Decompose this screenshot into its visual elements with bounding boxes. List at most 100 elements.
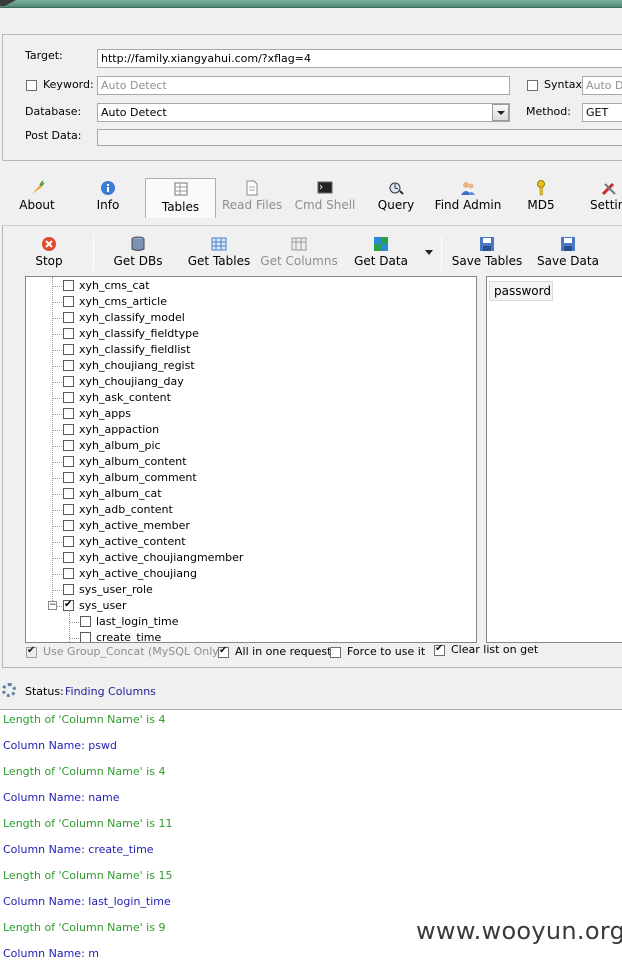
column-list[interactable]: password (486, 276, 622, 643)
table-name: xyh_cms_cat (79, 279, 150, 292)
stop-button[interactable]: Stop (30, 234, 68, 274)
get-columns-button[interactable]: Get Columns (260, 234, 338, 274)
chevron-down-icon[interactable] (425, 250, 433, 255)
table-checkbox[interactable] (63, 408, 74, 419)
tree-column-item[interactable]: create_time (79, 630, 459, 642)
tree-table-item[interactable]: xyh_choujiang_day (62, 374, 462, 390)
table-checkbox[interactable] (63, 328, 74, 339)
tree-table-item[interactable]: xyh_album_cat (62, 486, 462, 502)
table-checkbox[interactable] (63, 376, 74, 387)
tree-table-item[interactable]: xyh_classify_model (62, 310, 462, 326)
log-line: Column Name: name (3, 791, 120, 804)
method-select[interactable]: GET (582, 103, 622, 122)
tree-table-item[interactable]: xyh_apps (62, 406, 462, 422)
terminal-icon (317, 181, 333, 194)
cmd-shell-button[interactable]: Cmd Shell (294, 178, 356, 218)
tree-table-item[interactable]: xyh_album_comment (62, 470, 462, 486)
table-name: xyh_classify_fieldlist (79, 343, 191, 356)
table-checkbox[interactable] (63, 504, 74, 515)
table-name: xyh_active_choujiangmember (79, 551, 244, 564)
tree-line (53, 478, 62, 479)
group-concat-checkbox[interactable] (26, 645, 37, 658)
syntax-checkbox[interactable] (527, 80, 538, 91)
table-name: xyh_active_choujiang (79, 567, 197, 580)
column-checkbox[interactable] (80, 616, 91, 627)
tree-table-item[interactable]: xyh_choujiang_regist (62, 358, 462, 374)
database-icon (131, 236, 145, 251)
get-data-button[interactable]: Get Data (352, 234, 410, 274)
table-checkbox[interactable] (63, 424, 74, 435)
table-checkbox[interactable] (63, 296, 74, 307)
table-checkbox[interactable] (63, 472, 74, 483)
find-admin-button[interactable]: Find Admin (433, 178, 503, 218)
table-checkbox[interactable] (63, 344, 74, 355)
save-data-button[interactable]: Save Data (536, 234, 600, 274)
keyword-checkbox[interactable] (26, 80, 37, 91)
table-checkbox[interactable] (63, 440, 74, 451)
table-checkbox[interactable] (63, 520, 74, 531)
force-checkbox[interactable] (330, 647, 341, 658)
tree-line (53, 350, 62, 351)
keyword-label: Keyword: (43, 78, 94, 91)
syntax-input[interactable]: Auto D (582, 76, 622, 95)
tree-table-item[interactable]: sys_user_role (62, 582, 462, 598)
table-checkbox[interactable] (63, 280, 74, 291)
table-checkbox[interactable] (63, 392, 74, 403)
tree-line (53, 526, 62, 527)
tree-table-item[interactable]: xyh_ask_content (62, 390, 462, 406)
get-dbs-button[interactable]: Get DBs (110, 234, 166, 274)
tree-line (53, 430, 62, 431)
query-button[interactable]: Query (374, 178, 418, 218)
clear-list-checkbox[interactable] (434, 643, 445, 656)
table-checkbox[interactable] (63, 456, 74, 467)
keyword-input[interactable]: Auto Detect (97, 76, 510, 95)
tree-line (53, 446, 62, 447)
database-select[interactable]: Auto Detect (97, 103, 510, 122)
tree-table-item[interactable]: xyh_cms_article (62, 294, 462, 310)
tree-table-item[interactable]: xyh_appaction (62, 422, 462, 438)
postdata-input[interactable] (97, 129, 622, 146)
column-header[interactable]: password (489, 281, 553, 301)
collapse-icon[interactable]: − (48, 601, 57, 610)
table-checkbox[interactable] (63, 488, 74, 499)
tools-icon (601, 182, 616, 196)
tables-tree[interactable]: xyh_cms_cat xyh_cms_article xyh_classify_m… (25, 276, 477, 643)
chevron-down-icon[interactable] (492, 104, 509, 121)
get-tables-button[interactable]: Get Tables (186, 234, 252, 274)
table-icon (174, 182, 187, 196)
tree-table-item[interactable]: xyh_album_content (62, 454, 462, 470)
table-checkbox[interactable] (63, 536, 74, 547)
tree-table-item[interactable]: xyh_classify_fieldlist (62, 342, 462, 358)
tree-column-item[interactable]: last_login_time (79, 614, 459, 630)
tree-table-item[interactable]: xyh_classify_fieldtype (62, 326, 462, 342)
table-checkbox[interactable] (63, 360, 74, 371)
table-name: xyh_album_content (79, 455, 187, 468)
tab-tables[interactable]: Tables (145, 178, 216, 218)
tree-table-item[interactable]: xyh_active_content (62, 534, 462, 550)
about-button[interactable]: About (14, 178, 60, 218)
table-checkbox[interactable] (63, 552, 74, 563)
find-admin-label: Find Admin (434, 198, 502, 212)
target-input[interactable]: http://family.xiangyahui.com/?xflag=4 (97, 49, 622, 68)
table-checkbox[interactable] (63, 568, 74, 579)
tree-table-item[interactable]: xyh_active_choujiang (62, 566, 462, 582)
column-checkbox[interactable] (80, 632, 91, 642)
tree-table-item[interactable]: xyh_adb_content (62, 502, 462, 518)
table-name: xyh_choujiang_day (79, 375, 184, 388)
info-button[interactable]: Info (88, 178, 128, 218)
read-files-button[interactable]: Read Files (222, 178, 282, 218)
tree-table-item[interactable]: xyh_cms_cat (62, 278, 462, 294)
tree-table-item[interactable]: sys_user (62, 598, 462, 614)
syntax-label: Syntax: (544, 78, 586, 91)
md5-button[interactable]: MD5 (521, 178, 561, 218)
table-checkbox[interactable] (63, 312, 74, 323)
save-tables-button[interactable]: Save Tables (451, 234, 523, 274)
tree-table-item[interactable]: xyh_active_member (62, 518, 462, 534)
save-data-label: Save Data (537, 254, 599, 268)
all-in-one-checkbox[interactable] (218, 645, 229, 658)
table-checkbox[interactable] (63, 584, 74, 595)
save-icon (561, 237, 575, 251)
settings-button[interactable]: Settin (585, 178, 622, 218)
tree-table-item[interactable]: xyh_active_choujiangmember (62, 550, 462, 566)
tree-table-item[interactable]: xyh_album_pic (62, 438, 462, 454)
